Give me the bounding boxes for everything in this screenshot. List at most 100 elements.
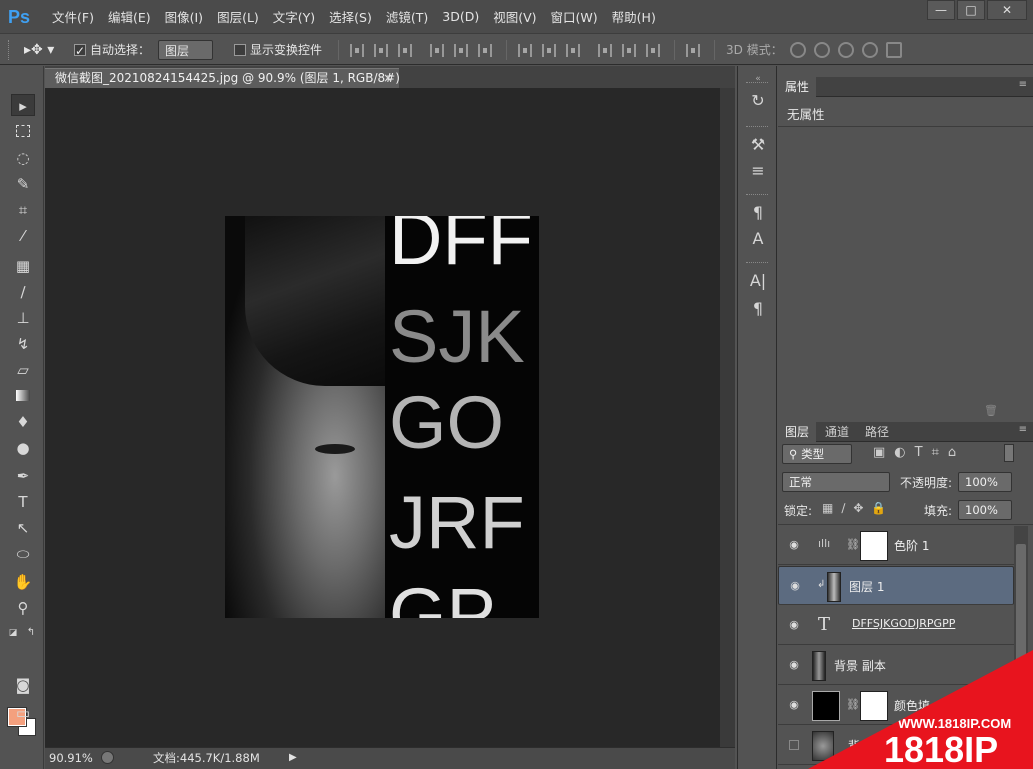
dock-grip[interactable] [746, 126, 768, 129]
maximize-button[interactable]: □ [957, 0, 985, 20]
quick-select-tool-icon[interactable]: ✎ [11, 173, 35, 195]
tab-paths[interactable]: 路径 [858, 422, 896, 442]
distribute-top-icon[interactable] [518, 44, 532, 57]
3d-roll-icon[interactable] [814, 42, 830, 58]
3d-scale-icon[interactable] [886, 42, 902, 58]
layer-filter-dropdown[interactable]: ⚲ 类型 [782, 444, 852, 464]
dock-grip[interactable] [746, 262, 768, 265]
layer-row[interactable]: ◉ T DFFSJKGODJRPGPP [778, 606, 1014, 645]
document-image[interactable]: DFF SJK GO JRF GP [225, 216, 539, 618]
tab-properties[interactable]: 属性 [778, 77, 817, 97]
collapse-arrows-icon[interactable]: « [747, 68, 769, 90]
align-vcenter-icon[interactable] [374, 44, 388, 57]
menu-image[interactable]: 图像(I) [165, 7, 203, 26]
hand-tool-icon[interactable]: ✋ [11, 571, 35, 593]
gradient-tool-icon[interactable] [11, 385, 35, 407]
adjustments-icon[interactable]: ≡ [747, 160, 769, 182]
move-tool-icon[interactable]: ▸ [11, 94, 35, 116]
marquee-tool-icon[interactable] [11, 121, 35, 143]
brush-tool-icon[interactable]: ∕ [11, 281, 35, 303]
trash-icon[interactable]: 🗑 [984, 404, 998, 417]
menu-file[interactable]: 文件(F) [52, 7, 94, 26]
tab-layers[interactable]: 图层 [778, 422, 817, 442]
zoom-level[interactable]: 90.91% [49, 748, 93, 768]
type-tool-icon[interactable]: T [11, 491, 35, 513]
menu-edit[interactable]: 编辑(E) [108, 7, 151, 26]
minimize-button[interactable]: — [927, 0, 955, 20]
history-brush-tool-icon[interactable]: ↯ [11, 333, 35, 355]
menu-help[interactable]: 帮助(H) [612, 7, 656, 26]
auto-select-target-dropdown[interactable]: 图层 [158, 40, 213, 60]
visibility-eye-icon[interactable]: ◉ [787, 538, 801, 552]
distribute-right-icon[interactable] [646, 44, 660, 57]
menu-select[interactable]: 选择(S) [329, 7, 372, 26]
screen-mode-icon[interactable]: ▭ [11, 702, 35, 724]
path-select-tool-icon[interactable]: ↖ [11, 517, 35, 539]
lock-icons[interactable]: ▦∕✥🔒 [822, 501, 894, 515]
blur-tool-icon[interactable]: ♦ [11, 411, 35, 433]
menu-layer[interactable]: 图层(L) [217, 7, 259, 26]
tab-channels[interactable]: 通道 [818, 422, 856, 442]
distribute-vcenter-icon[interactable] [542, 44, 556, 57]
panel-menu-icon[interactable]: ≡ [1019, 79, 1027, 90]
align-hcenter-icon[interactable] [454, 44, 468, 57]
opacity-field[interactable]: 100% [958, 472, 1012, 492]
3d-rotate-icon[interactable] [790, 42, 806, 58]
align-right-icon[interactable] [478, 44, 492, 57]
move-tool-preset-icon[interactable]: ▸✥ ▾ [24, 40, 54, 60]
zoom-tool-icon[interactable]: ⚲ [11, 597, 35, 619]
swap-colors-icon[interactable]: ↰ [24, 622, 38, 644]
ellipse-tool-icon[interactable]: ⬭ [11, 543, 35, 565]
filter-toggle[interactable] [1004, 444, 1014, 462]
show-transform-checkbox[interactable]: 显示变换控件 [234, 40, 322, 60]
menu-filter[interactable]: 滤镜(T) [386, 7, 428, 26]
align-left-icon[interactable] [430, 44, 444, 57]
layer-row[interactable]: ◉ ıllı ⛓ 色阶 1 [778, 526, 1014, 565]
blend-mode-dropdown[interactable]: 正常 [782, 472, 890, 492]
close-tab-icon[interactable]: × [383, 69, 393, 88]
auto-select-checkbox[interactable]: 自动选择： [74, 40, 150, 61]
paragraph-panel-icon[interactable]: ¶ [747, 298, 769, 320]
vertical-scrollbar[interactable] [720, 88, 735, 747]
menu-3d[interactable]: 3D(D) [442, 9, 479, 24]
layer-filter-icons[interactable]: ▣◐T⌗⌂ [873, 445, 965, 460]
distribute-hcenter-icon[interactable] [622, 44, 636, 57]
eyedropper-tool-icon[interactable]: ⁄ [11, 225, 35, 247]
visibility-eye-icon[interactable]: ◉ [787, 658, 801, 672]
auto-align-icon[interactable] [686, 44, 700, 57]
lasso-tool-icon[interactable]: ◌ [11, 147, 35, 169]
visibility-eye-icon[interactable]: ◉ [787, 698, 801, 712]
character-styles-icon[interactable]: A [747, 228, 769, 250]
default-colors-icon[interactable]: ◪ [6, 622, 20, 644]
panel-menu-icon[interactable]: ≡ [1019, 424, 1027, 435]
visibility-eye-icon[interactable]: ◉ [787, 618, 801, 632]
dodge-tool-icon[interactable]: ● [11, 437, 35, 459]
status-arrow-icon[interactable]: ▶ [289, 748, 297, 768]
dock-grip[interactable] [746, 194, 768, 197]
3d-slide-icon[interactable] [862, 42, 878, 58]
paragraph-styles-icon[interactable]: ¶ [747, 202, 769, 224]
healing-brush-tool-icon[interactable]: ▦ [11, 255, 35, 277]
layer-row-selected[interactable]: ◉ ↲ 图层 1 [778, 566, 1014, 605]
history-panel-icon[interactable]: ↻ [747, 90, 769, 112]
3d-pan-icon[interactable] [838, 42, 854, 58]
menu-window[interactable]: 窗口(W) [551, 7, 598, 26]
visibility-hidden-box[interactable] [789, 740, 799, 750]
document-tab[interactable]: 微信截图_20210824154425.jpg @ 90.9% (图层 1, R… [45, 68, 399, 88]
align-top-icon[interactable] [350, 44, 364, 57]
align-bottom-icon[interactable] [398, 44, 412, 57]
distribute-bottom-icon[interactable] [566, 44, 580, 57]
menu-type[interactable]: 文字(Y) [273, 7, 315, 26]
status-menu-icon[interactable] [101, 751, 114, 764]
menu-view[interactable]: 视图(V) [493, 7, 536, 26]
eraser-tool-icon[interactable]: ▱ [11, 359, 35, 381]
distribute-left-icon[interactable] [598, 44, 612, 57]
tool-presets-icon[interactable]: ⚒ [747, 134, 769, 156]
fill-field[interactable]: 100% [958, 500, 1012, 520]
visibility-eye-icon[interactable]: ◉ [788, 579, 802, 593]
close-button[interactable]: ✕ [987, 0, 1027, 20]
clone-stamp-tool-icon[interactable]: ⊥ [11, 307, 35, 329]
dock-grip[interactable] [746, 82, 768, 85]
character-panel-icon[interactable]: A| [747, 270, 769, 292]
quick-mask-icon[interactable]: ◙ [11, 674, 35, 696]
